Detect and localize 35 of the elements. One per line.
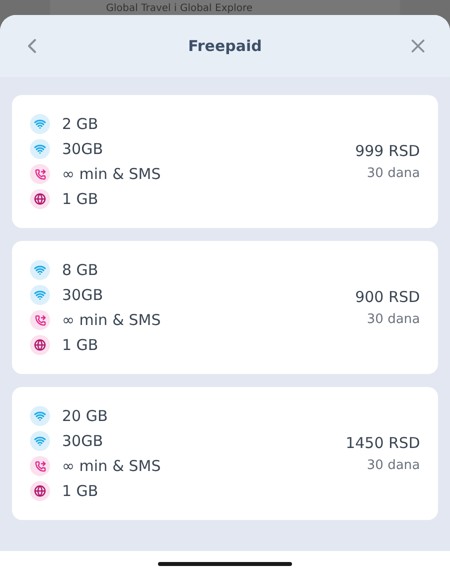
wifi-icon (30, 260, 50, 280)
plan-feature: 8 GB (62, 260, 98, 280)
plan-feature: 1 GB (62, 481, 98, 501)
plan-feature: 30GB (62, 431, 104, 451)
plan-duration: 30 dana (366, 457, 420, 475)
plan-duration: 30 dana (366, 311, 420, 329)
plan-price: 900 RSD (355, 286, 420, 308)
plan-card[interactable]: 8 GB 30GB ∞ min & SMS 1 GB 900 RSD 30 dana (12, 241, 438, 374)
plan-card[interactable]: 2 GB 30GB ∞ min & SMS 1 GB 999 RSD 30 dana (12, 95, 438, 228)
plan-feature: 20 GB (62, 406, 108, 426)
globe-icon (30, 189, 50, 209)
wifi-icon (30, 285, 50, 305)
globe-icon (30, 335, 50, 355)
wifi-icon (30, 114, 50, 134)
plan-feature: 2 GB (62, 114, 98, 134)
plan-feature: 30GB (62, 285, 104, 305)
plan-duration: 30 dana (366, 165, 420, 183)
plan-price: 1450 RSD (346, 432, 420, 454)
plan-feature: 1 GB (62, 189, 98, 209)
plan-feature: 1 GB (62, 335, 98, 355)
plan-feature: ∞ min & SMS (62, 456, 161, 476)
globe-icon (30, 481, 50, 501)
plan-card[interactable]: 20 GB 30GB ∞ min & SMS 1 GB 1450 RSD 30 dana (12, 387, 438, 520)
phone-icon (30, 310, 50, 330)
plan-price: 999 RSD (355, 140, 420, 162)
phone-icon (30, 456, 50, 476)
plan-feature: ∞ min & SMS (62, 164, 161, 184)
plan-feature: 30GB (62, 139, 104, 159)
phone-icon (30, 164, 50, 184)
plan-feature: ∞ min & SMS (62, 310, 161, 330)
wifi-icon (30, 406, 50, 426)
sheet-title: Freepaid (188, 36, 262, 57)
wifi-icon (30, 139, 50, 159)
background-title: Global Travel i Global Explore (106, 3, 253, 15)
wifi-icon (30, 431, 50, 451)
